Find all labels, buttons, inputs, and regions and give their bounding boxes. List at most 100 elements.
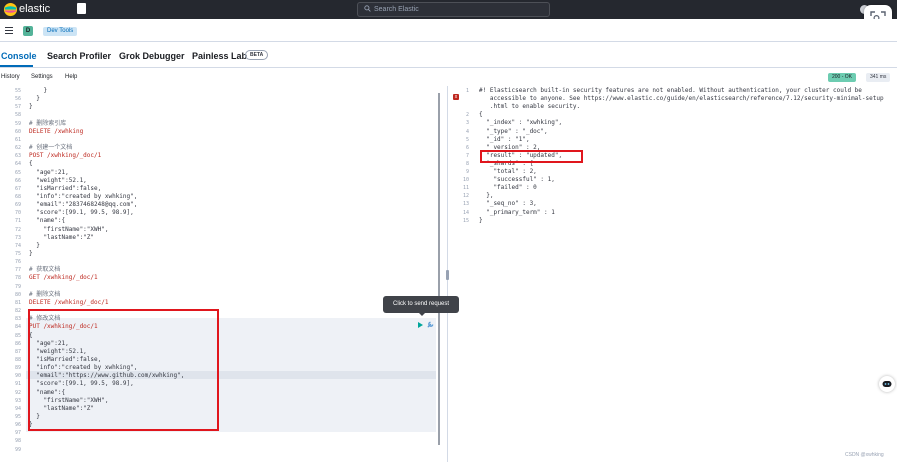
space-avatar[interactable]: D (23, 26, 33, 36)
editor-line[interactable]: 59 # 删除索引库 (0, 120, 440, 128)
document-icon[interactable] (77, 3, 86, 14)
code-text: # 删除索引库 (29, 119, 67, 127)
editor-line[interactable]: 67 "isMarried":false, (0, 185, 440, 193)
response-line: .html to enable security. (449, 103, 897, 111)
editor-line[interactable]: 62 # 创建一个文档 (0, 144, 440, 152)
menu-icon[interactable] (5, 27, 13, 34)
editor-line[interactable]: 69 "email":"2837468248@qq.com", (0, 201, 440, 209)
code-text: # 创建一个文档 (29, 144, 73, 152)
response-text: } (479, 216, 483, 224)
tooltip-arrow (418, 312, 426, 316)
line-number: 92 (14, 389, 21, 396)
code-text: "info":"created by xwhking", (29, 192, 138, 200)
response-line: 9 "total" : 2, (449, 168, 897, 176)
line-number: 87 (14, 348, 21, 355)
line-number: 70 (14, 210, 21, 217)
editor-line[interactable]: 75} (0, 250, 440, 258)
response-line: 2{ (449, 111, 897, 119)
editor-line[interactable]: 73 "lastName":"Z" (0, 234, 440, 242)
editor-line[interactable]: 77 # 获取文档 (0, 266, 440, 274)
editor-line[interactable]: 80 # 删除文档 (0, 291, 440, 299)
response-line: 11 "failed" : 0 (449, 184, 897, 192)
line-number: 58 (14, 112, 21, 119)
code-text: } (29, 87, 48, 94)
line-number: 8 (465, 160, 469, 167)
active-tab-indicator (0, 65, 33, 67)
editor-line[interactable]: 70 "score":[99.1, 99.5, 98.9], (0, 209, 440, 217)
line-number: 80 (14, 291, 21, 298)
response-line: 15} (449, 217, 897, 225)
line-number: 56 (14, 96, 21, 103)
watermark: CSDN @xwhking (845, 452, 884, 458)
line-number: 68 (14, 193, 21, 200)
line-number: 72 (14, 226, 21, 233)
editor-line[interactable]: 63 POST /xwhking/_doc/1 (0, 152, 440, 160)
line-number: 71 (14, 218, 21, 225)
breadcrumb-dev-tools[interactable]: Dev Tools (43, 27, 78, 36)
editor-line[interactable]: 72 "firstName":"XWH", (0, 226, 440, 234)
settings-link[interactable]: Settings (31, 72, 53, 82)
tab-painless-lab[interactable]: Painless Lab (192, 50, 247, 62)
editor-line[interactable]: 74 } (0, 242, 440, 250)
warning-marker-icon: x (453, 94, 459, 100)
assistant-icon (882, 381, 892, 387)
annotation-box-request (28, 309, 219, 431)
help-link[interactable]: Help (65, 72, 77, 82)
editor-line[interactable]: 66 "weight":52.1, (0, 177, 440, 185)
editor-scrollbar[interactable] (438, 93, 440, 445)
line-number: 99 (14, 446, 21, 453)
response-text: "_index" : "xwhking", (479, 119, 563, 127)
code-text: # 获取文档 (29, 266, 61, 274)
elastic-logo-icon[interactable] (3, 2, 18, 17)
line-number: 7 (465, 152, 469, 159)
response-line: 5 "_id" : "1", (449, 136, 897, 144)
editor-line[interactable]: 98 (0, 437, 440, 445)
line-number: 69 (14, 202, 21, 209)
editor-line[interactable]: 64 { (0, 160, 440, 168)
tab-search-profiler[interactable]: Search Profiler (47, 50, 111, 62)
line-number: 96 (14, 422, 21, 429)
editor-line[interactable]: 76 (0, 258, 440, 266)
tab-console[interactable]: Console (1, 50, 37, 62)
code-text: POST /xwhking/_doc/1 (29, 152, 102, 160)
dev-tools-tabs: Console Search Profiler Grok Debugger Pa… (0, 43, 897, 68)
editor-line[interactable]: 55 } (0, 87, 440, 95)
line-number: 93 (14, 397, 21, 404)
status-badge: 200 - OK (828, 73, 857, 82)
line-number: 62 (14, 145, 21, 152)
history-link[interactable]: History (1, 72, 20, 82)
line-number: 84 (14, 324, 21, 331)
editor-line[interactable]: 58 (0, 111, 440, 119)
tab-grok-debugger[interactable]: Grok Debugger (119, 50, 185, 62)
editor-line[interactable]: 57} (0, 103, 440, 111)
code-text: } (29, 241, 40, 249)
editor-line[interactable]: 68 "info":"created by xwhking", (0, 193, 440, 201)
editor-line[interactable]: 71 "name":{ (0, 217, 440, 225)
editor-line[interactable]: 79 (0, 283, 440, 291)
code-text: } (29, 250, 33, 257)
editor-line[interactable]: 60 DELETE /xwhking (0, 128, 440, 136)
editor-line[interactable]: 61 (0, 136, 440, 144)
editor-line[interactable]: 78 GET /xwhking/_doc/1 (0, 274, 440, 282)
request-actions-wrench-icon[interactable] (426, 320, 435, 329)
editor-line[interactable]: 65 "age":21, (0, 169, 440, 177)
line-number: 57 (14, 104, 21, 111)
line-number: 86 (14, 340, 21, 347)
assistant-button[interactable] (879, 376, 895, 392)
response-text: accessible to anyone. See https://www.el… (479, 95, 884, 103)
line-number: 65 (14, 169, 21, 176)
code-text: "lastName":"Z" (29, 233, 95, 241)
line-number: 73 (14, 234, 21, 241)
line-number: 61 (14, 136, 21, 143)
send-request-tooltip: Click to send request (383, 296, 459, 313)
line-number: 10 (462, 177, 469, 184)
code-text: "firstName":"XWH", (29, 225, 109, 233)
editor-line[interactable]: 56 } (0, 95, 440, 103)
send-request-play-icon[interactable] (418, 322, 423, 328)
line-number: 2 (465, 112, 469, 119)
line-number: 95 (14, 414, 21, 420)
editor-line[interactable]: 99 (0, 446, 440, 454)
editor-line[interactable]: 81 DELETE /xwhking/_doc/1 (0, 299, 440, 307)
line-number: 12 (462, 193, 469, 200)
search-input[interactable]: Search Elastic (357, 2, 550, 17)
